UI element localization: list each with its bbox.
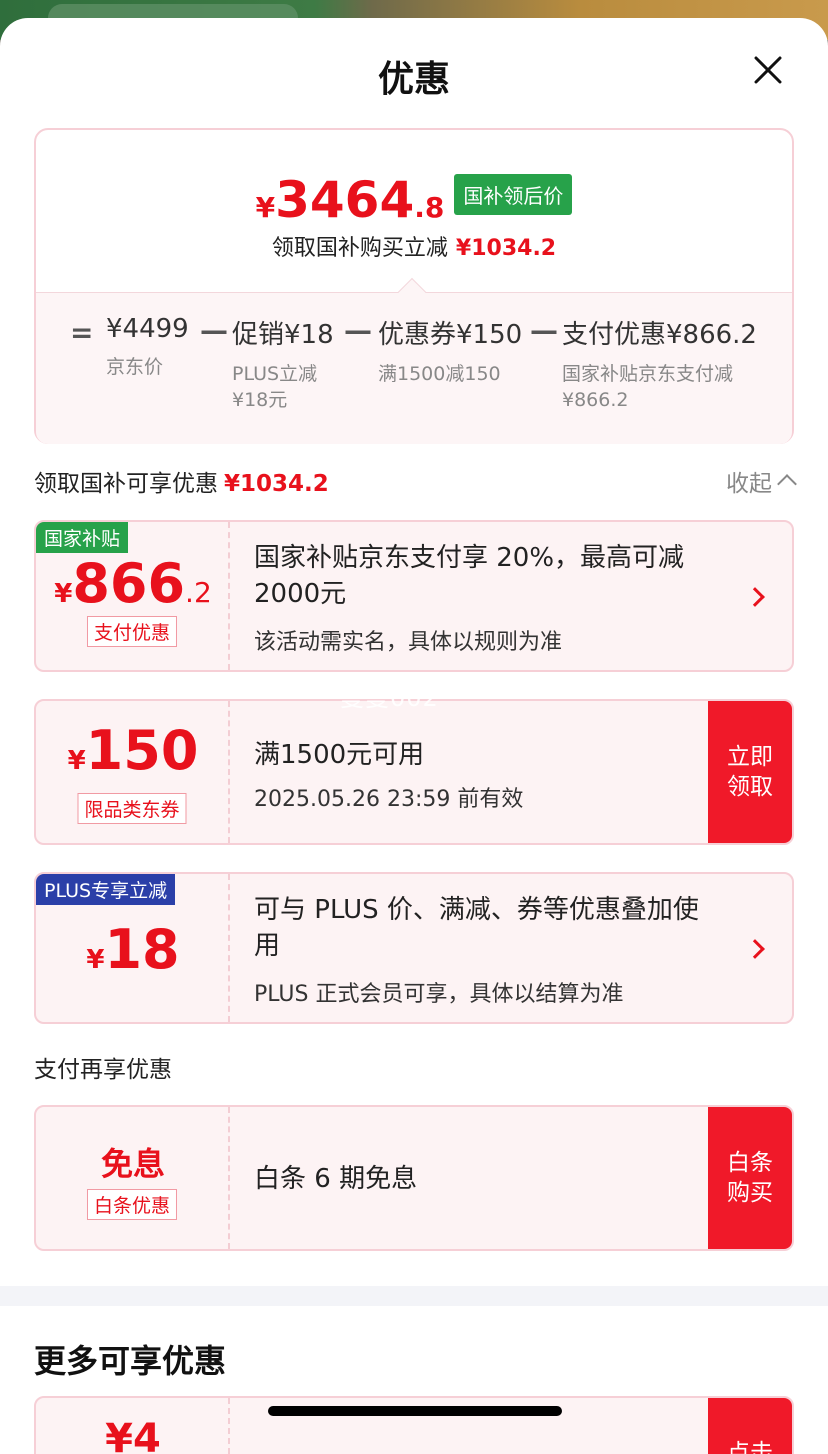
chevron-right-icon xyxy=(745,587,765,607)
amount-currency: ¥ xyxy=(67,746,86,776)
coupon-plus[interactable]: PLUS专享立减 ¥18 可与 PLUS 价、满减、券等优惠叠加使用 PLUS … xyxy=(34,872,794,1024)
watermark: 曼曼002 xyxy=(340,684,439,712)
calc-amount: 促销¥18 xyxy=(232,320,334,350)
home-indicator[interactable] xyxy=(268,1406,562,1416)
more-click-button[interactable]: 点击 xyxy=(708,1398,792,1454)
corner-tag: 国家补贴 xyxy=(36,522,129,553)
coupon-left: 免息 白条优惠 xyxy=(36,1107,230,1249)
section-separator xyxy=(0,1286,828,1306)
collapse-toggle[interactable]: 收起 xyxy=(726,464,797,498)
coupon-title: 国家补贴京东支付享 20%，最高可减 2000元 xyxy=(254,543,685,609)
calc-sub: PLUS立减 ¥18元 xyxy=(232,363,318,411)
calc-amount: 支付优惠¥866.2 xyxy=(562,320,757,350)
chevron-up-icon xyxy=(777,474,797,494)
coupon-sub: 该活动需实名，具体以规则为准 xyxy=(254,630,563,655)
calc-amount: ¥4499 xyxy=(106,314,189,344)
coupon-right: 满1500元可用 2025.05.26 23:59 前有效 xyxy=(254,701,702,843)
coupon-left: PLUS专享立减 ¥18 xyxy=(36,874,230,1022)
minus-sign: — xyxy=(344,314,372,347)
sheet-title: 优惠 xyxy=(377,59,450,100)
corner-tag: PLUS专享立减 xyxy=(36,874,176,905)
button-label: 点击 xyxy=(727,1440,773,1454)
amount-integer: 18 xyxy=(104,918,180,981)
coupon-left: 国家补贴 ¥866.2 支付优惠 xyxy=(36,522,230,670)
coupon-big-label: 免息 xyxy=(100,1145,165,1183)
calc-item-promo: 促销¥18 PLUS立减 ¥18元 xyxy=(232,314,342,413)
button-line-1: 白条 xyxy=(727,1150,773,1176)
baitiao-buy-button[interactable]: 白条 购买 xyxy=(708,1107,792,1249)
pay-section-header: 支付再享优惠 xyxy=(34,1057,172,1083)
calc-amount: 优惠券¥150 xyxy=(378,320,523,350)
coupon-right: 白条 6 期免息 xyxy=(254,1107,702,1249)
section-label: 领取国补可享优惠 xyxy=(34,471,218,497)
calc-sub: 满1500减150 xyxy=(378,363,501,385)
coupon-title: 满1500元可用 xyxy=(254,740,425,770)
coupon-type-tag: 支付优惠 xyxy=(86,616,178,647)
coupon-amount: ¥4 xyxy=(105,1416,161,1454)
coupon-amount: ¥866.2 xyxy=(36,552,230,615)
button-line-2: 领取 xyxy=(727,774,773,800)
claim-coupon-button[interactable]: 立即 领取 xyxy=(708,701,792,843)
equals-sign: = xyxy=(70,316,94,349)
amount-currency: ¥ xyxy=(86,945,105,975)
coupon-national-subsidy[interactable]: 国家补贴 ¥866.2 支付优惠 国家补贴京东支付享 20%，最高可减 2000… xyxy=(34,520,794,672)
button-line-1: 立即 xyxy=(727,744,773,770)
calc-item-coupon: 优惠券¥150 满1500减150 xyxy=(378,314,522,387)
collapse-label: 收起 xyxy=(726,471,772,497)
amount-integer: 150 xyxy=(85,719,199,782)
coupon-title: 白条 6 期免息 xyxy=(254,1164,418,1194)
calc-sub: 国家补贴京东支付减 ¥866.2 xyxy=(562,363,734,411)
coupon-sub: PLUS 正式会员可享，具体以结算为准 xyxy=(254,982,624,1007)
price-calculation: = ¥4499 京东价 — 促销¥18 PLUS立减 ¥18元 — 优惠券¥15… xyxy=(36,130,792,442)
coupon-sub: 2025.05.26 23:59 前有效 xyxy=(254,787,524,812)
minus-sign: — xyxy=(530,314,558,347)
button-line-2: 购买 xyxy=(727,1180,773,1206)
promotion-bottom-sheet: 优惠 ¥ 3464 .8 国补领后价 领取国补购买立减 ¥1034.2 = ¥44… xyxy=(0,18,828,1454)
coupon-baitiao: 免息 白条优惠 白条 6 期免息 白条 购买 xyxy=(34,1105,794,1251)
section-amount: ¥1034.2 xyxy=(224,471,329,497)
amount-integer: 866 xyxy=(72,552,186,615)
close-icon[interactable] xyxy=(752,54,784,86)
coupon-more-partial: ¥4 点击 xyxy=(34,1396,794,1454)
coupon-type-tag: 白条优惠 xyxy=(86,1189,178,1220)
price-summary-card: ¥ 3464 .8 国补领后价 领取国补购买立减 ¥1034.2 = ¥4499 … xyxy=(34,128,794,444)
coupon-left: ¥150 限品类东券 xyxy=(36,701,230,843)
calc-item-payment: 支付优惠¥866.2 国家补贴京东支付减 ¥866.2 xyxy=(562,314,772,413)
coupon-right: 可与 PLUS 价、满减、券等优惠叠加使用 PLUS 正式会员可享，具体以结算为… xyxy=(254,874,702,1022)
coupon-type-tag: 限品类东券 xyxy=(77,793,187,824)
calc-sub: 京东价 xyxy=(106,356,164,378)
coupon-150: ¥150 限品类东券 满1500元可用 2025.05.26 23:59 前有效… xyxy=(34,699,794,845)
chevron-right-icon xyxy=(745,939,765,959)
subsidy-section-header: 领取国补可享优惠 ¥1034.2 xyxy=(34,464,329,498)
coupon-amount: ¥150 xyxy=(36,719,230,782)
amount-decimal: .2 xyxy=(185,576,212,609)
coupon-title: 可与 PLUS 价、满减、券等优惠叠加使用 xyxy=(254,895,699,961)
coupon-amount: ¥18 xyxy=(36,918,230,981)
amount-currency: ¥ xyxy=(54,579,73,609)
coupon-left: ¥4 xyxy=(36,1398,230,1454)
calc-item-jd-price: ¥4499 京东价 xyxy=(106,314,189,380)
coupon-right: 国家补贴京东支付享 20%，最高可减 2000元 该活动需实名，具体以规则为准 xyxy=(254,522,702,670)
more-offers-title: 更多可享优惠 xyxy=(34,1342,227,1380)
minus-sign: — xyxy=(200,314,228,347)
